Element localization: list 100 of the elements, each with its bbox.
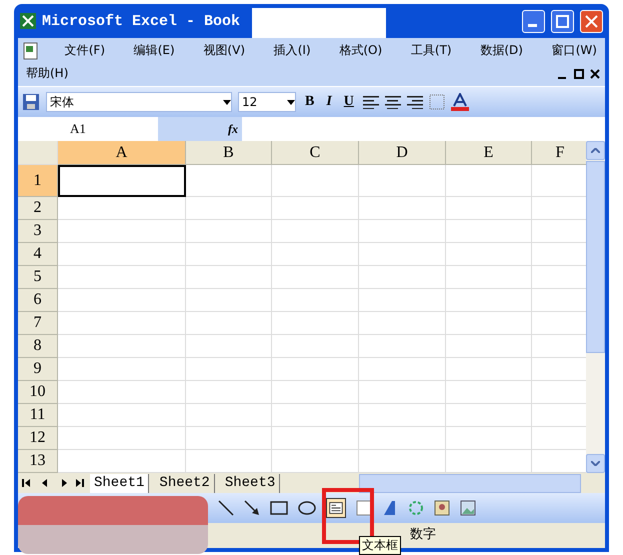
menu-item[interactable]: 插入(I) (270, 40, 315, 61)
name-box[interactable]: A1 (18, 121, 158, 137)
borders-icon[interactable] (428, 94, 445, 110)
grid-cell[interactable] (446, 312, 532, 335)
grid-cell[interactable] (186, 289, 272, 312)
grid-cell[interactable] (186, 266, 272, 289)
clip-art-icon[interactable] (434, 500, 450, 516)
grid-cell[interactable] (446, 450, 532, 473)
grid-cell[interactable] (272, 427, 359, 450)
grid-cell[interactable] (186, 243, 272, 266)
grid-cell[interactable] (446, 335, 532, 358)
scroll-thumb[interactable] (586, 161, 605, 353)
row-header[interactable]: 6 (18, 289, 58, 312)
oval-icon[interactable] (298, 501, 316, 515)
grid-cell[interactable] (359, 312, 446, 335)
scroll-up-button[interactable] (586, 141, 605, 160)
grid-cell[interactable] (359, 266, 446, 289)
grid-cell[interactable] (186, 312, 272, 335)
grid-cell[interactable] (186, 220, 272, 243)
underline-button[interactable]: U (340, 94, 357, 110)
image-icon[interactable] (460, 500, 476, 516)
grid-cell[interactable] (186, 404, 272, 427)
grid-cell[interactable] (446, 404, 532, 427)
menu-item[interactable]: 工具(T) (406, 40, 456, 61)
grid-cell[interactable] (58, 266, 186, 289)
horizontal-scrollbar[interactable] (359, 474, 581, 492)
font-color-icon[interactable] (450, 93, 469, 111)
text-box-button[interactable] (326, 498, 346, 518)
menu-item[interactable]: 帮助(H) (22, 63, 72, 84)
wordart-icon[interactable] (382, 500, 398, 516)
grid-cell[interactable] (446, 243, 532, 266)
align-center-icon[interactable] (384, 95, 401, 109)
grid-cell[interactable] (446, 427, 532, 450)
row-header[interactable]: 12 (18, 427, 58, 450)
active-cell[interactable] (58, 165, 186, 197)
grid-cell[interactable] (186, 450, 272, 473)
grid-cell[interactable] (446, 266, 532, 289)
grid-cell[interactable] (58, 427, 186, 450)
grid-cell[interactable] (58, 197, 186, 220)
grid-cell[interactable] (272, 404, 359, 427)
grid-cell[interactable] (186, 165, 272, 197)
grid-cell[interactable] (446, 220, 532, 243)
grid-cell[interactable] (272, 289, 359, 312)
grid-cell[interactable] (272, 312, 359, 335)
grid-cell[interactable] (272, 335, 359, 358)
grid-cell[interactable] (58, 289, 186, 312)
grid-cell[interactable] (272, 197, 359, 220)
minimize-button[interactable] (522, 10, 545, 32)
grid-cell[interactable] (359, 243, 446, 266)
menu-item[interactable]: 数据(D) (476, 40, 527, 61)
row-header[interactable]: 11 (18, 404, 58, 427)
grid-cell[interactable] (359, 220, 446, 243)
rectangle-icon[interactable] (270, 501, 288, 515)
grid-cell[interactable] (58, 335, 186, 358)
grid-cell[interactable] (359, 358, 446, 381)
grid-cell[interactable] (58, 381, 186, 404)
grid-cell[interactable] (359, 427, 446, 450)
menu-item[interactable]: 窗口(W) (548, 40, 601, 61)
grid-cell[interactable] (58, 220, 186, 243)
row-header[interactable]: 8 (18, 335, 58, 358)
sheet-navigation-icon[interactable] (22, 478, 84, 488)
align-left-icon[interactable] (362, 95, 379, 109)
menu-item[interactable]: 文件(F) (60, 40, 109, 61)
row-header[interactable]: 7 (18, 312, 58, 335)
grid-cell[interactable] (359, 450, 446, 473)
grid-cell[interactable] (272, 381, 359, 404)
grid-cell[interactable] (359, 165, 446, 197)
grid-cell[interactable] (446, 165, 532, 197)
grid-cell[interactable] (272, 165, 359, 197)
grid-cell[interactable] (446, 358, 532, 381)
grid-cell[interactable] (272, 266, 359, 289)
grid-cell[interactable] (272, 358, 359, 381)
grid-cell[interactable] (58, 312, 186, 335)
sheet-tab[interactable]: Sheet1 (90, 474, 150, 492)
bold-button[interactable]: B (302, 94, 318, 110)
caret-icon[interactable] (223, 100, 231, 104)
maximize-button[interactable] (551, 10, 574, 32)
menu-item[interactable]: 编辑(E) (130, 40, 179, 61)
grid-cell[interactable] (446, 197, 532, 220)
function-button[interactable]: fx (158, 117, 242, 141)
grid-cell[interactable] (58, 404, 186, 427)
row-header[interactable]: 1 (18, 165, 58, 197)
grid-cell[interactable] (446, 289, 532, 312)
grid-cell[interactable] (359, 381, 446, 404)
menu-item[interactable]: 视图(V) (199, 40, 249, 61)
save-icon[interactable] (22, 93, 40, 111)
grid-cell[interactable] (58, 243, 186, 266)
grid-cell[interactable] (272, 243, 359, 266)
column-header[interactable]: D (359, 141, 446, 165)
column-header[interactable]: A (58, 141, 186, 165)
row-header[interactable]: 4 (18, 243, 58, 266)
column-header[interactable]: F (532, 141, 586, 165)
font-size-field[interactable]: 12 (238, 92, 296, 112)
grid-cell[interactable] (359, 404, 446, 427)
arrow-icon[interactable] (244, 500, 260, 516)
row-header[interactable]: 5 (18, 266, 58, 289)
grid-cell[interactable] (272, 220, 359, 243)
column-header[interactable]: E (446, 141, 532, 165)
grid-cell[interactable] (58, 450, 186, 473)
caret-icon[interactable] (287, 100, 295, 104)
